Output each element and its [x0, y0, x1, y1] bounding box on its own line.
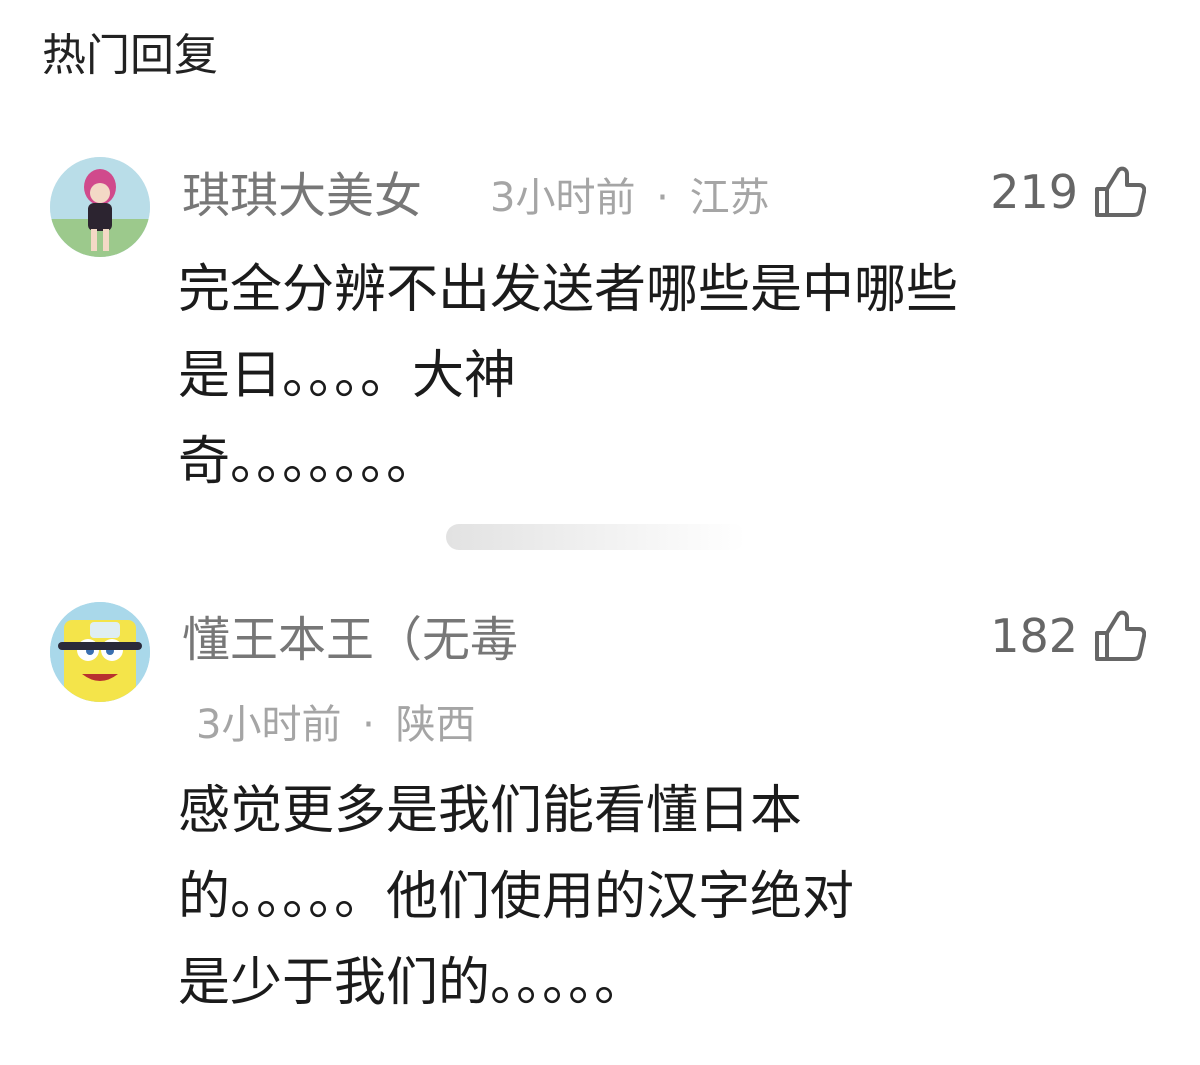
like-button[interactable]: 182 [990, 606, 1146, 666]
comment-line: 感觉更多是我们能看懂日本 [178, 781, 803, 841]
comment-body: 完全分辨不出发送者哪些是中哪些 是日。。。。大神 奇。。。。。。。 [178, 247, 958, 505]
comment-line: 的。。。。。他们使用的汉字绝对 [178, 867, 855, 927]
avatar[interactable] [50, 602, 150, 702]
spongebob-avatar-icon [50, 602, 150, 702]
meta-separator: · [656, 175, 669, 221]
comment-time: 3小时前 [490, 175, 636, 221]
meta-separator: · [362, 702, 375, 748]
comment-line: 是少于我们的。。。。。 [178, 953, 647, 1013]
divider [446, 524, 746, 550]
thumbs-up-icon [1094, 609, 1146, 663]
like-button[interactable]: 219 [990, 162, 1146, 222]
anime-avatar-icon [50, 157, 150, 257]
comment-meta: 3小时前 · 陕西 [196, 697, 476, 753]
username[interactable]: 琪琪大美女 [182, 164, 422, 228]
comment-time: 3小时前 [196, 702, 342, 748]
avatar[interactable] [50, 157, 150, 257]
username[interactable]: 懂王本王（无毒 [182, 608, 518, 672]
comment-line: 完全分辨不出发送者哪些是中哪些 [178, 260, 959, 320]
comment-body: 感觉更多是我们能看懂日本 的。。。。。他们使用的汉字绝对 是少于我们的。。。。。 [178, 768, 854, 1026]
comment-location: 江苏 [689, 175, 770, 221]
comment-meta: 3小时前 · 江苏 [490, 170, 770, 226]
like-count: 182 [990, 609, 1078, 663]
comment-line: 奇。。。。。。。 [178, 432, 439, 492]
thumbs-up-icon [1094, 165, 1146, 219]
section-title: 热门回复 [42, 30, 218, 81]
comment-location: 陕西 [395, 702, 476, 748]
comment-line: 是日。。。。大神 [178, 346, 517, 406]
like-count: 219 [990, 165, 1078, 219]
